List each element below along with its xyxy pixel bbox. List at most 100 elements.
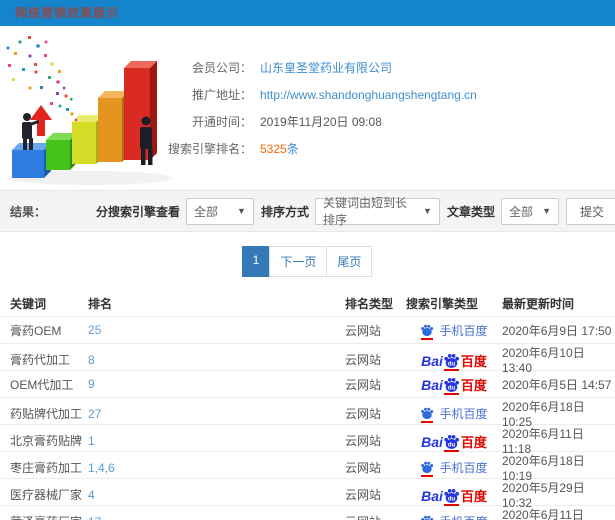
baidu-paw-icon: du [443,487,460,506]
mobile-baidu-logo: 手机百度 [420,513,488,520]
keyword-cell: 枣庄膏药加工 [10,461,83,475]
svg-text:du: du [448,442,456,448]
mobile-baidu-logo: 手机百度 [420,322,488,340]
baidu-logo: Bai du 百度 [421,376,487,395]
caret-down-icon: ▼ [423,206,432,216]
mobile-baidu-paw-icon [420,323,434,340]
update-time-cell: 2020年6月11日 11:40 [502,508,584,520]
table-header-row: 关键词 排名 排名类型 搜索引擎类型 最新更新时间 [0,291,615,317]
baidu-logo-bai-text: Bai [421,433,443,450]
caret-down-icon: ▼ [237,206,246,216]
rank-link[interactable]: 17 [88,515,345,520]
rank-count-label: 搜索引擎排名： [167,142,252,156]
sort-select[interactable]: 关键词由短到长排序 ▼ [314,196,440,227]
table-row: 膏药代加工 8 云网站 Bai du 百度 2020年6月10日 13:40 [0,344,615,375]
page: 网络营销效果展示 会员公司： 山东皇圣堂药业有限公司 推广地址： http://… [0,0,615,520]
engine-filter-label: 分搜索引擎查看 [95,204,180,219]
table-row: 菏泽膏药厂家 17 云网站 手机百度 2020年6月11日 11:40 [0,506,615,520]
engine-type-cell: Bai du 百度 [406,352,502,371]
keyword-cell: 医疗器械厂家 [10,488,83,502]
rank-link[interactable]: 1,4,6 [88,461,345,475]
info-row-rank-count: 搜索引擎排名： 5325条 [137,135,477,162]
baidu-red-underline [443,449,459,452]
header-engine-type: 搜索引擎类型 [406,297,479,311]
keyword-cell: 北京膏药贴牌 [10,434,83,448]
mobile-baidu-label: 手机百度 [439,461,488,475]
baidu-logo-bai-text: Bai [421,352,443,369]
baidu-paw-icon: du [443,352,460,371]
keyword-cell: OEM代加工 [10,377,74,392]
submit-button[interactable]: 提交 [565,197,615,225]
rank-count-value: 5325条 [260,140,299,157]
sort-filter-label: 排序方式 [260,204,309,219]
baidu-logo: Bai du 百度 [421,352,487,371]
update-time-cell: 2020年6月5日 14:57 [502,377,612,392]
info-row-open-time: 开通时间： 2019年11月20日 09:08 [137,108,477,135]
rank-count-suffix: 条 [286,142,299,156]
article-type-select[interactable]: 全部 ▼ [500,197,559,225]
info-row-url: 推广地址： http://www.shandonghuangshengtang.… [137,81,477,108]
rank-link[interactable]: 25 [88,323,345,337]
table-row: 北京膏药贴牌 1 云网站 Bai du 百度 2020年6月11日 11:18 [0,425,615,456]
filter-group-sort: 排序方式 关键词由短到长排序 ▼ [260,196,440,227]
mobile-baidu-paw-icon [420,406,434,423]
open-time-label: 开通时间： [191,115,252,129]
promo-url-link[interactable]: http://www.shandonghuangshengtang.cn [260,88,477,102]
engine-type-cell: 手机百度 [406,459,502,477]
company-info-list: 会员公司： 山东皇圣堂药业有限公司 推广地址： http://www.shand… [137,54,477,162]
svg-text:du: du [448,496,456,502]
pagination-page-1[interactable]: 1 [241,246,271,277]
engine-select[interactable]: 全部 ▼ [185,197,254,225]
rank-link[interactable]: 9 [88,377,345,391]
keyword-cell: 膏药代加工 [10,353,71,367]
engine-select-value: 全部 [193,204,218,219]
rank-link[interactable]: 1 [88,434,345,448]
page-title: 网络营销效果展示 [15,6,120,20]
mobile-baidu-label: 手机百度 [439,513,487,520]
svg-text:du: du [448,361,456,367]
baidu-red-underline [443,393,459,395]
header-rank: 排名 [88,297,113,311]
filter-group-article: 文章类型 全部 ▼ [446,197,559,225]
table-row: 医疗器械厂家 4 云网站 Bai du 百度 2020年5月29日 10:32 [0,479,615,510]
result-label: 结果： [10,204,47,219]
rank-type-cell: 云网站 [345,353,382,367]
keyword-cell: 膏药OEM [10,323,62,338]
keyword-cell: 菏泽膏药厂家 [0,513,88,520]
update-time-cell: 2020年6月9日 17:50 [502,323,612,338]
article-filter-label: 文章类型 [446,204,495,219]
baidu-logo-cn-text: 百度 [460,434,487,450]
baidu-logo-bai-text: Bai [421,377,443,393]
rank-type-cell: 云网站 [345,377,382,392]
rank-type-cell: 云网站 [345,407,382,421]
article-select-value: 全部 [508,204,533,219]
rank-link[interactable]: 27 [88,407,345,421]
engine-type-cell: Bai du 百度 [406,376,502,395]
pagination-next[interactable]: 下一页 [269,246,328,277]
company-link[interactable]: 山东皇圣堂药业有限公司 [260,59,392,76]
mobile-baidu-paw-icon [420,514,434,520]
baidu-logo: Bai du 百度 [421,433,487,452]
header-keyword: 关键词 [10,297,47,311]
rank-link[interactable]: 8 [88,353,345,367]
pagination: 1 下一页 尾页 [0,246,615,277]
mobile-baidu-red-underline [421,337,434,340]
engine-type-cell: 手机百度 [406,322,502,340]
baidu-red-underline [443,368,459,371]
baidu-red-underline [443,503,459,506]
caret-down-icon: ▼ [542,206,551,216]
mobile-baidu-red-underline [421,421,434,423]
rank-type-cell: 云网站 [345,461,382,475]
rank-type-cell: 云网站 [345,488,382,502]
baidu-logo: Bai du 百度 [421,487,487,506]
mobile-baidu-label: 手机百度 [439,407,488,421]
pagination-last[interactable]: 尾页 [326,246,373,277]
rank-type-cell: 云网站 [345,513,406,520]
mobile-baidu-paw-icon [420,460,434,477]
table-row: 膏药OEM 25 云网站 手机百度 2020年6月9日 17:50 [0,317,615,344]
table-row: 药贴牌代加工 27 云网站 手机百度 2020年6月18日 10:25 [0,398,615,429]
sort-select-value: 关键词由短到长排序 [322,196,407,227]
table-row: OEM代加工 9 云网站 Bai du 百度 2020年6月5日 14:57 [0,371,615,398]
rank-link[interactable]: 4 [88,488,345,502]
engine-type-cell: 手机百度 [406,405,502,423]
